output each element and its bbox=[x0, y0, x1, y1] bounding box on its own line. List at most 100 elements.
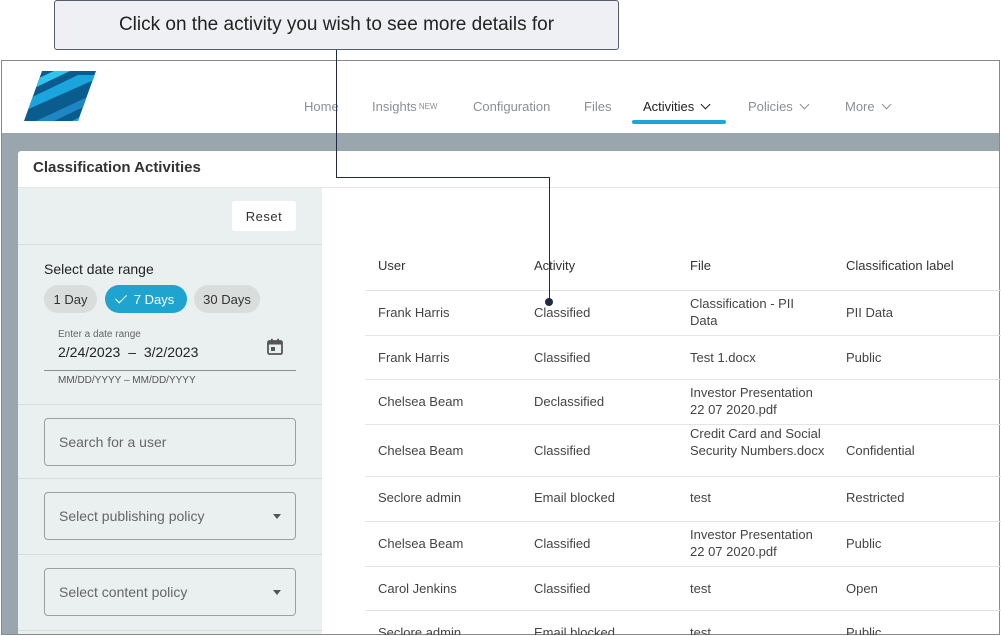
row-user: Frank Harris bbox=[378, 350, 450, 365]
calendar-icon[interactable] bbox=[266, 338, 284, 356]
row-file: test bbox=[690, 490, 711, 505]
row-classification-label: Restricted bbox=[846, 490, 905, 505]
table-row[interactable]: Chelsea Beam Classified Credit Card and … bbox=[365, 424, 1001, 476]
chevron-down-icon bbox=[881, 99, 892, 110]
nav-home-label: Home bbox=[304, 99, 339, 114]
nav-insights-label: Insights bbox=[372, 99, 417, 114]
row-user: Chelsea Beam bbox=[378, 536, 464, 551]
chip-30-days[interactable]: 30 Days bbox=[194, 285, 260, 313]
row-classification-label: Public bbox=[846, 536, 882, 551]
chip-label: 30 Days bbox=[203, 291, 251, 307]
row-activity[interactable]: Declassified bbox=[534, 393, 684, 410]
date-range-label: Select date range bbox=[44, 261, 154, 277]
top-header: Home Insights NEW Configuration Files Act… bbox=[2, 61, 999, 133]
nav-policies-label: Policies bbox=[748, 99, 793, 114]
date-start: 2/24/2023 bbox=[58, 344, 121, 360]
row-user: Carol Jenkins bbox=[378, 581, 457, 596]
row-user: Chelsea Beam bbox=[378, 394, 464, 409]
reset-button[interactable]: Reset bbox=[232, 201, 296, 231]
row-file: Classification - PII Data bbox=[690, 296, 795, 328]
dropdown-caret-icon bbox=[273, 590, 281, 595]
row-classification-label: Public bbox=[846, 350, 882, 365]
column-header-classification-label[interactable]: Classification label bbox=[846, 257, 996, 274]
date-range-field-label: Enter a date range bbox=[58, 329, 141, 340]
callout-leader-dot bbox=[545, 298, 553, 306]
instruction-callout: Click on the activity you wish to see mo… bbox=[54, 0, 619, 50]
row-file: Investor Presentation 22 07 2020.pdf bbox=[690, 385, 813, 417]
nav-more-label: More bbox=[845, 99, 875, 114]
callout-leader-line bbox=[549, 177, 550, 302]
chip-label: 1 Day bbox=[53, 291, 88, 307]
row-classification-label: PII Data bbox=[846, 305, 893, 320]
row-file: test bbox=[690, 581, 711, 596]
table-header: User Activity File Classification label bbox=[365, 250, 1001, 290]
chevron-down-icon bbox=[700, 99, 711, 110]
content-policy-placeholder: Select content policy bbox=[59, 584, 188, 600]
row-activity[interactable]: Classified bbox=[534, 442, 684, 459]
content-policy-select[interactable]: Select content policy bbox=[44, 568, 296, 616]
divider bbox=[18, 630, 322, 631]
table-row[interactable]: Seclore admin Email blocked test Restric… bbox=[365, 476, 1001, 521]
divider bbox=[18, 554, 322, 555]
chip-1-day[interactable]: 1 Day bbox=[44, 285, 97, 313]
row-file: Investor Presentation 22 07 2020.pdf bbox=[690, 527, 813, 559]
row-file: Credit Card and Social Security Numbers.… bbox=[690, 426, 825, 458]
new-badge: NEW bbox=[418, 102, 438, 111]
nav-configuration-label: Configuration bbox=[473, 99, 551, 114]
nav-insights[interactable]: Insights NEW bbox=[372, 99, 437, 114]
activities-table: User Activity File Classification label … bbox=[365, 250, 1001, 635]
callout-leader-line bbox=[336, 50, 337, 178]
page-title: Classification Activities bbox=[33, 159, 201, 176]
active-tab-indicator bbox=[632, 120, 726, 124]
nav-files[interactable]: Files bbox=[584, 99, 611, 114]
row-activity[interactable]: Email blocked bbox=[534, 624, 684, 635]
row-activity[interactable]: Classified bbox=[534, 349, 684, 366]
instruction-callout-text: Click on the activity you wish to see mo… bbox=[118, 14, 555, 35]
row-activity[interactable]: Classified bbox=[534, 535, 684, 552]
column-header-user[interactable]: User bbox=[378, 257, 528, 274]
row-user: Seclore admin bbox=[378, 625, 462, 635]
publishing-policy-select[interactable]: Select publishing policy bbox=[44, 492, 296, 540]
user-search-input[interactable]: Search for a user bbox=[44, 418, 296, 466]
row-user: Chelsea Beam bbox=[378, 443, 464, 458]
callout-leader-line bbox=[336, 177, 550, 178]
company-logo-icon bbox=[24, 71, 96, 121]
nav-policies[interactable]: Policies bbox=[748, 99, 810, 114]
chip-7-days[interactable]: 7 Days bbox=[105, 285, 187, 313]
date-end: 3/2/2023 bbox=[143, 344, 199, 360]
row-classification-label: Public bbox=[846, 625, 882, 635]
chip-label: 7 Days bbox=[133, 291, 175, 307]
table-row[interactable]: Frank Harris Classified Classification -… bbox=[365, 290, 1001, 335]
row-user: Frank Harris bbox=[378, 305, 450, 320]
date-range-value: 2/24/2023 – 3/2/2023 bbox=[58, 344, 199, 360]
row-file: test bbox=[690, 625, 711, 635]
divider bbox=[18, 404, 322, 405]
dropdown-caret-icon bbox=[273, 514, 281, 519]
nav-files-label: Files bbox=[584, 99, 612, 114]
table-row[interactable]: Chelsea Beam Declassified Investor Prese… bbox=[365, 379, 1001, 424]
table-row[interactable]: Carol Jenkins Classified test Open bbox=[365, 566, 1001, 610]
nav-more[interactable]: More bbox=[845, 99, 892, 114]
date-range-field[interactable]: Enter a date range 2/24/2023 – 3/2/2023 bbox=[44, 323, 296, 371]
divider bbox=[18, 478, 322, 479]
row-classification-label: Confidential bbox=[846, 443, 915, 458]
row-activity[interactable]: Email blocked bbox=[534, 489, 684, 506]
chevron-down-icon bbox=[799, 99, 810, 110]
table-row[interactable]: Seclore admin Email blocked test Public bbox=[365, 610, 1001, 635]
row-file: Test 1.docx bbox=[690, 350, 756, 365]
column-header-activity[interactable]: Activity bbox=[534, 257, 684, 274]
row-activity[interactable]: Classified bbox=[534, 304, 684, 321]
divider bbox=[18, 244, 322, 245]
row-activity[interactable]: Classified bbox=[534, 580, 684, 597]
publishing-policy-placeholder: Select publishing policy bbox=[59, 508, 205, 524]
nav-configuration[interactable]: Configuration bbox=[473, 99, 550, 114]
table-row[interactable]: Chelsea Beam Classified Investor Present… bbox=[365, 521, 1001, 566]
column-header-file[interactable]: File bbox=[690, 257, 838, 274]
row-classification-label: Open bbox=[846, 581, 878, 596]
date-format-hint: MM/DD/YYYY – MM/DD/YYYY bbox=[58, 375, 196, 386]
nav-home[interactable]: Home bbox=[304, 99, 339, 114]
table-row[interactable]: Frank Harris Classified Test 1.docx Publ… bbox=[365, 335, 1001, 379]
user-search-placeholder: Search for a user bbox=[59, 434, 167, 450]
nav-activities-label: Activities bbox=[643, 99, 695, 114]
nav-activities[interactable]: Activities bbox=[643, 99, 711, 114]
